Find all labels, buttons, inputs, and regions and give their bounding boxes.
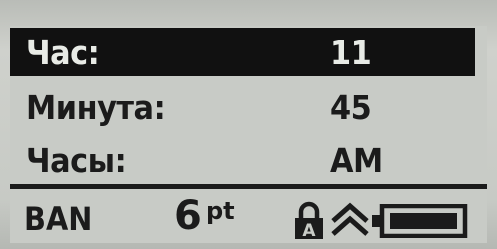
- menu-row-minute[interactable]: Минута: 45: [10, 83, 475, 131]
- menu-row-clock-format[interactable]: Часы: AM: [10, 136, 475, 184]
- battery-level-fill: [390, 213, 457, 229]
- caps-lock-icon: [331, 202, 369, 236]
- font-size-unit: pt: [206, 197, 235, 225]
- hour-value: 11: [330, 33, 372, 72]
- clock-format-value: AM: [330, 141, 383, 180]
- clock-format-label: Часы:: [26, 141, 127, 180]
- battery-icon: [372, 204, 468, 238]
- font-size-value: 6: [174, 193, 202, 239]
- hour-label: Час:: [26, 33, 100, 72]
- lcd-display: Час: 11 Минута: 45 Часы: AM BAN 6 pt A: [10, 26, 487, 243]
- device-bezel: Час: 11 Минута: 45 Часы: AM BAN 6 pt A: [0, 0, 497, 249]
- minute-label: Минута:: [26, 88, 166, 127]
- minute-value: 45: [330, 88, 372, 127]
- lock-icon: A: [295, 201, 323, 241]
- menu-row-hour[interactable]: Час: 11: [10, 28, 475, 76]
- svg-text:A: A: [302, 221, 316, 241]
- status-bar: BAN 6 pt A: [10, 184, 487, 243]
- language-indicator: BAN: [24, 200, 93, 238]
